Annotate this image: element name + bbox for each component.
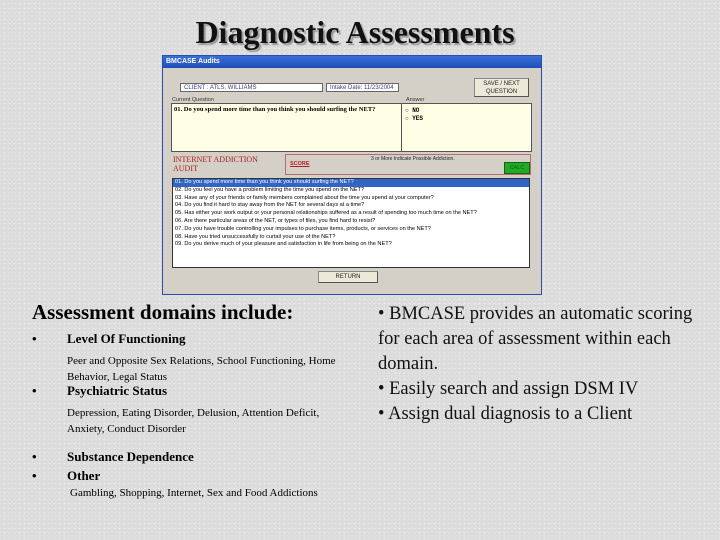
question-list-item[interactable]: 09. Do you derive much of your pleasure … — [173, 241, 529, 249]
feature-point: • Assign dual diagnosis to a Client — [378, 404, 633, 424]
calc-button[interactable]: CALC — [504, 162, 530, 174]
current-question-box: 01. Do you spend more time than you thin… — [171, 103, 402, 152]
audit-window: BMCASE Audits CLIENT : ATLS, WILLIAMS In… — [162, 55, 542, 295]
question-list-item[interactable]: 05. Has either your work output or your … — [173, 210, 529, 218]
feature-point: • Easily search and assign DSM IV — [378, 379, 639, 399]
domain-label: Level Of Functioning — [67, 331, 186, 346]
question-list-item[interactable]: 02. Do you feel you have a problem limit… — [173, 187, 529, 195]
answer-option-no[interactable]: ○ NO — [405, 107, 528, 115]
question-list-item[interactable]: 04. Do you find it hard to stay away fro… — [173, 202, 529, 210]
domain-detail: Gambling, Shopping, Internet, Sex and Fo… — [70, 487, 318, 499]
answer-no-label: NO — [412, 107, 420, 114]
feature-points: • BMCASE provides an automatic scoring f… — [378, 302, 708, 427]
return-button[interactable]: RETURN — [318, 271, 378, 283]
domain-detail: Peer and Opposite Sex Relations, School … — [67, 355, 336, 383]
question-list-item[interactable]: 01. Do you spend more time than you thin… — [173, 179, 529, 187]
question-list-item[interactable]: 08. Have you tried unsuccessfully to cur… — [173, 234, 529, 242]
domain-label: Substance Dependence — [67, 449, 194, 464]
assessment-domains: Assessment domains include: • Level Of Fu… — [32, 300, 372, 501]
feature-point: • BMCASE provides an automatic scoring f… — [378, 304, 693, 374]
domain-detail: Depression, Eating Disorder, Delusion, A… — [67, 407, 320, 435]
domain-item: • Level Of Functioning — [32, 331, 372, 347]
domain-label: Other — [67, 468, 101, 483]
domain-item: • Substance Dependence — [32, 449, 372, 465]
score-panel: SCORE 3 or More Indicate Possible Addict… — [285, 154, 531, 175]
intake-date-field[interactable]: Intake Date: 11/23/2004 — [326, 83, 399, 92]
client-field[interactable]: CLIENT : ATLS, WILLIAMS — [180, 83, 323, 92]
domain-label: Psychiatric Status — [67, 383, 168, 398]
bullet: • — [32, 383, 37, 398]
answer-yes-label: YES — [412, 115, 424, 122]
domains-heading: Assessment domains include: — [32, 300, 294, 324]
answer-box: ○ NO ○ YES — [401, 103, 532, 152]
question-list-item[interactable]: 06. Are there particular areas of the NE… — [173, 218, 529, 226]
bullet: • — [32, 331, 37, 346]
question-list-item[interactable]: 03. Have any of your friends or family m… — [173, 195, 529, 203]
score-label: SCORE — [290, 161, 310, 167]
save-next-button[interactable]: SAVE / NEXT QUESTION — [474, 78, 529, 97]
score-note: 3 or More Indicate Possible Addiction. — [371, 156, 455, 162]
bullet: • — [32, 468, 37, 483]
audit-title: INTERNET ADDICTION AUDIT — [173, 155, 258, 173]
bullet: • — [32, 449, 37, 464]
question-list[interactable]: 01. Do you spend more time than you thin… — [172, 178, 530, 268]
answer-option-yes[interactable]: ○ YES — [405, 115, 528, 123]
window-titlebar: BMCASE Audits — [163, 56, 541, 68]
question-list-item[interactable]: 07. Do you have trouble controlling your… — [173, 226, 529, 234]
slide-title: Diagnostic Assessments — [195, 14, 515, 50]
domain-item: • Other — [32, 468, 372, 484]
domain-item: • Psychiatric Status — [32, 383, 372, 399]
